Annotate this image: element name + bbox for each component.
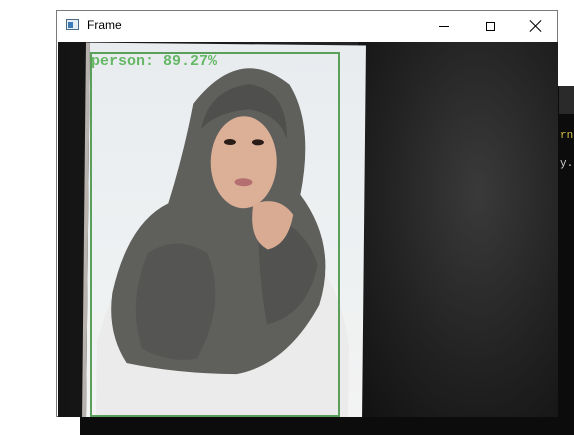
background-console-scrollbar [559, 86, 574, 114]
minimize-button[interactable] [421, 11, 467, 41]
app-window-icon [66, 19, 79, 30]
detection-label: person: 89.27% [91, 53, 218, 70]
detection-bounding-box [90, 52, 340, 417]
background-console-text-2: y. [560, 158, 574, 170]
close-button[interactable] [513, 11, 559, 41]
frame-window: Frame person: 89.27% [56, 10, 558, 417]
video-frame: person: 89.27% [58, 42, 558, 417]
maximize-icon [485, 21, 495, 31]
close-icon [530, 20, 542, 32]
maximize-button[interactable] [467, 11, 513, 41]
title-bar[interactable]: Frame [57, 11, 557, 41]
window-title: Frame [87, 18, 122, 32]
minimize-icon [439, 25, 449, 27]
background-wall [358, 42, 558, 417]
background-console-text-1: rn [560, 130, 574, 142]
